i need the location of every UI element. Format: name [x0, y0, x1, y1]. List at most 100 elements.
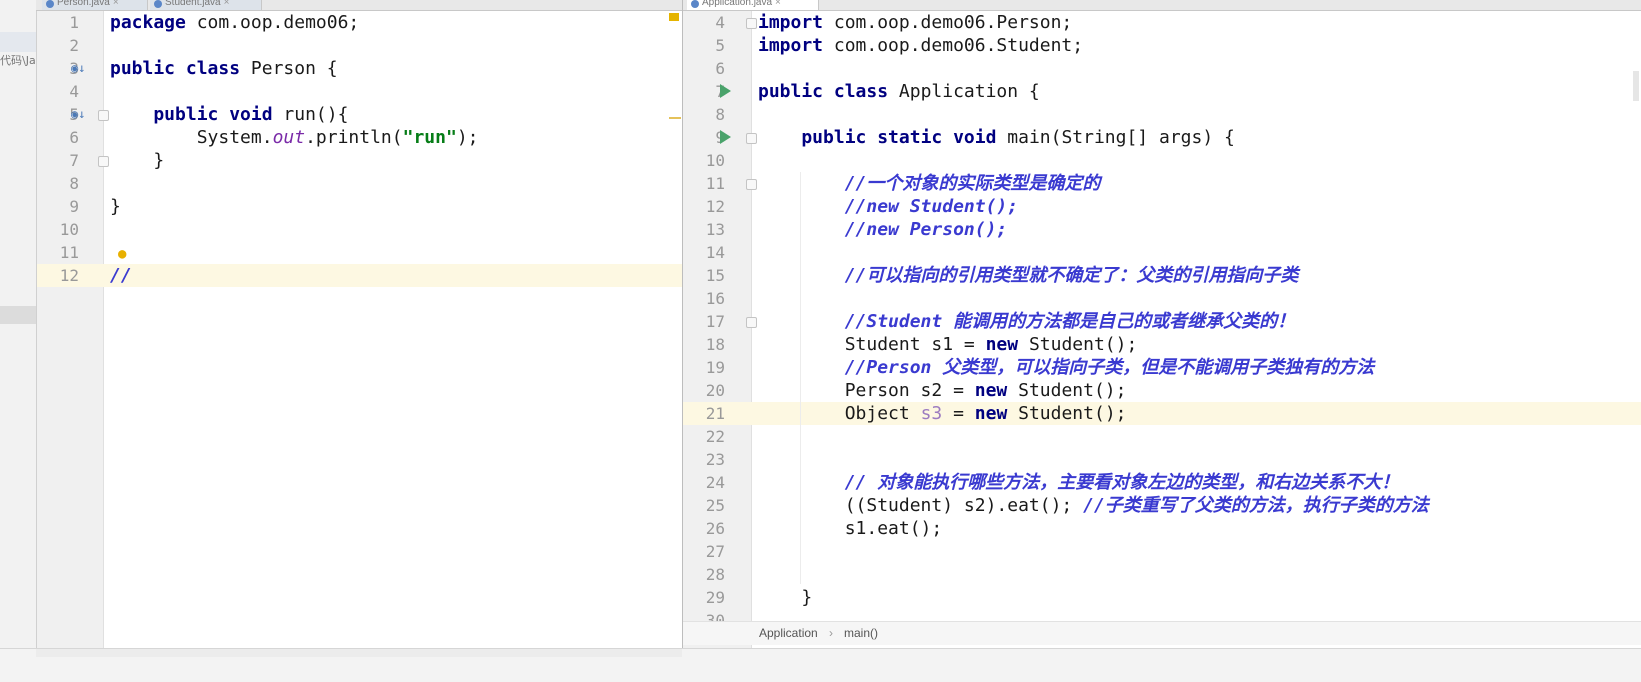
- line-number: 6: [715, 59, 725, 78]
- code-line[interactable]: 11 //一个对象的实际类型是确定的: [683, 172, 1641, 195]
- fold-marker-icon[interactable]: [746, 133, 757, 144]
- code-line[interactable]: 15 //可以指向的引用类型就不确定了：父类的引用指向子类: [683, 264, 1641, 287]
- code-line[interactable]: 7 }: [37, 149, 682, 172]
- code-line[interactable]: 4 import com.oop.demo06.Person;: [683, 11, 1641, 34]
- code-text[interactable]: Student s1 = new Student();: [758, 333, 1138, 356]
- tab-student-java[interactable]: Student.java ×: [150, 0, 262, 10]
- code-text[interactable]: import com.oop.demo06.Person;: [758, 11, 1072, 34]
- code-line[interactable]: 27: [683, 540, 1641, 563]
- code-line[interactable]: 8: [683, 103, 1641, 126]
- left-horizontal-scrollbar[interactable]: [36, 649, 682, 657]
- code-line[interactable]: 20 Person s2 = new Student();: [683, 379, 1641, 402]
- code-text[interactable]: import com.oop.demo06.Student;: [758, 34, 1083, 57]
- code-text[interactable]: Object s3 = new Student();: [758, 402, 1127, 425]
- code-line[interactable]: 29 }: [683, 586, 1641, 609]
- warning-stripe-marker-line[interactable]: [669, 117, 681, 119]
- code-text[interactable]: //Person 父类型，可以指向子类，但是不能调用子类独有的方法: [758, 356, 1375, 379]
- code-text[interactable]: public void run(){: [110, 103, 348, 126]
- fold-marker-icon[interactable]: [746, 317, 757, 328]
- code-text[interactable]: ((Student) s2).eat(); //子类重写了父类的方法，执行子类的…: [758, 494, 1429, 517]
- code-line[interactable]: 1 package com.oop.demo06;: [37, 11, 682, 34]
- run-gutter-icon[interactable]: [720, 130, 731, 144]
- code-text[interactable]: //可以指向的引用类型就不确定了：父类的引用指向子类: [758, 264, 1299, 287]
- fold-marker-icon[interactable]: [98, 110, 109, 121]
- warning-stripe-marker[interactable]: [669, 13, 679, 21]
- code-text[interactable]: //: [110, 264, 132, 287]
- code-line[interactable]: 6 System.out.println("run");: [37, 126, 682, 149]
- code-text[interactable]: //Student 能调用的方法都是自己的或者继承父类的！: [758, 310, 1295, 333]
- close-tab-icon[interactable]: ×: [113, 0, 119, 8]
- close-tab-icon[interactable]: ×: [775, 0, 781, 8]
- class-file-icon: [46, 0, 54, 8]
- code-text[interactable]: package com.oop.demo06;: [110, 11, 359, 34]
- code-line[interactable]: 6: [683, 57, 1641, 80]
- code-text[interactable]: }: [110, 149, 164, 172]
- code-line[interactable]: 19 //Person 父类型，可以指向子类，但是不能调用子类独有的方法: [683, 356, 1641, 379]
- code-line[interactable]: 8: [37, 172, 682, 195]
- tab-application-java[interactable]: Application.java ×: [687, 0, 819, 10]
- line-number: 4: [715, 13, 725, 32]
- code-line[interactable]: 24 // 对象能执行哪些方法，主要看对象左边的类型，和右边关系不大！: [683, 471, 1641, 494]
- override-gutter-icon[interactable]: ◉↓: [71, 103, 85, 126]
- code-line[interactable]: 13 //new Person();: [683, 218, 1641, 241]
- code-token: Student();: [1018, 403, 1127, 424]
- breadcrumb-item-main[interactable]: main(): [844, 622, 878, 644]
- code-line[interactable]: 16: [683, 287, 1641, 310]
- code-line[interactable]: 25 ((Student) s2).eat(); //子类重写了父类的方法，执行…: [683, 494, 1641, 517]
- code-line[interactable]: 17 //Student 能调用的方法都是自己的或者继承父类的！: [683, 310, 1641, 333]
- code-token: }: [758, 587, 813, 608]
- code-text[interactable]: //一个对象的实际类型是确定的: [758, 172, 1101, 195]
- editor-application-java[interactable]: 4 import com.oop.demo06.Person; 5 import co…: [683, 11, 1641, 648]
- code-line[interactable]: 9 public static void main(String[] args)…: [683, 126, 1641, 149]
- fold-marker-icon[interactable]: [98, 156, 109, 167]
- code-token: package: [110, 12, 197, 33]
- code-text[interactable]: }: [110, 195, 121, 218]
- code-line[interactable]: 12 //: [37, 264, 682, 287]
- scroll-marker[interactable]: [1633, 71, 1639, 101]
- code-line[interactable]: 2: [37, 34, 682, 57]
- close-tab-icon[interactable]: ×: [224, 0, 230, 8]
- code-token: main(String[] args) {: [1007, 127, 1235, 148]
- code-line[interactable]: 12 //new Student();: [683, 195, 1641, 218]
- code-text[interactable]: public class Person {: [110, 57, 338, 80]
- code-line[interactable]: 10: [37, 218, 682, 241]
- line-number: 12: [59, 266, 79, 285]
- code-line[interactable]: 26 s1.eat();: [683, 517, 1641, 540]
- code-line[interactable]: 10: [683, 149, 1641, 172]
- project-panel-text: 代码\Ja: [0, 54, 36, 67]
- code-text[interactable]: public static void main(String[] args) {: [758, 126, 1235, 149]
- code-line[interactable]: 21 Object s3 = new Student();: [683, 402, 1641, 425]
- code-line[interactable]: 28: [683, 563, 1641, 586]
- code-line[interactable]: 5 public void run(){: [37, 103, 682, 126]
- breadcrumb-item-application[interactable]: Application: [759, 622, 818, 644]
- code-line[interactable]: 22: [683, 425, 1641, 448]
- code-line[interactable]: 14: [683, 241, 1641, 264]
- code-token: Application {: [898, 81, 1040, 102]
- editor-person-java[interactable]: 1 package com.oop.demo06; 2 3 public class P…: [37, 11, 682, 648]
- code-token: }: [110, 150, 165, 171]
- code-line[interactable]: 11: [37, 241, 682, 264]
- code-text[interactable]: Person s2 = new Student();: [758, 379, 1127, 402]
- override-gutter-icon[interactable]: ◉↓: [71, 57, 85, 80]
- code-token: static: [877, 127, 954, 148]
- fold-marker-icon[interactable]: [746, 179, 757, 190]
- code-line[interactable]: 7 public class Application {: [683, 80, 1641, 103]
- code-text[interactable]: // 对象能执行哪些方法，主要看对象左边的类型，和右边关系不大！: [758, 471, 1400, 494]
- code-text[interactable]: }: [758, 586, 812, 609]
- fold-marker-icon[interactable]: [746, 18, 757, 29]
- tab-person-java[interactable]: Person.java ×: [42, 0, 148, 10]
- code-line[interactable]: 9}: [37, 195, 682, 218]
- code-line[interactable]: 4: [37, 80, 682, 103]
- run-gutter-icon[interactable]: [720, 84, 731, 98]
- code-text[interactable]: //new Person();: [758, 218, 1008, 241]
- code-text[interactable]: public class Application {: [758, 80, 1040, 103]
- code-text[interactable]: System.out.println("run");: [110, 126, 479, 149]
- lightbulb-icon[interactable]: ●: [118, 243, 126, 266]
- code-line[interactable]: 5 import com.oop.demo06.Student;: [683, 34, 1641, 57]
- code-line[interactable]: 3 public class Person {: [37, 57, 682, 80]
- code-text[interactable]: //new Student();: [758, 195, 1018, 218]
- code-text[interactable]: s1.eat();: [758, 517, 943, 540]
- code-line[interactable]: 23: [683, 448, 1641, 471]
- code-line[interactable]: 18 Student s1 = new Student();: [683, 333, 1641, 356]
- project-panel-edge[interactable]: 代码\Ja: [0, 0, 37, 681]
